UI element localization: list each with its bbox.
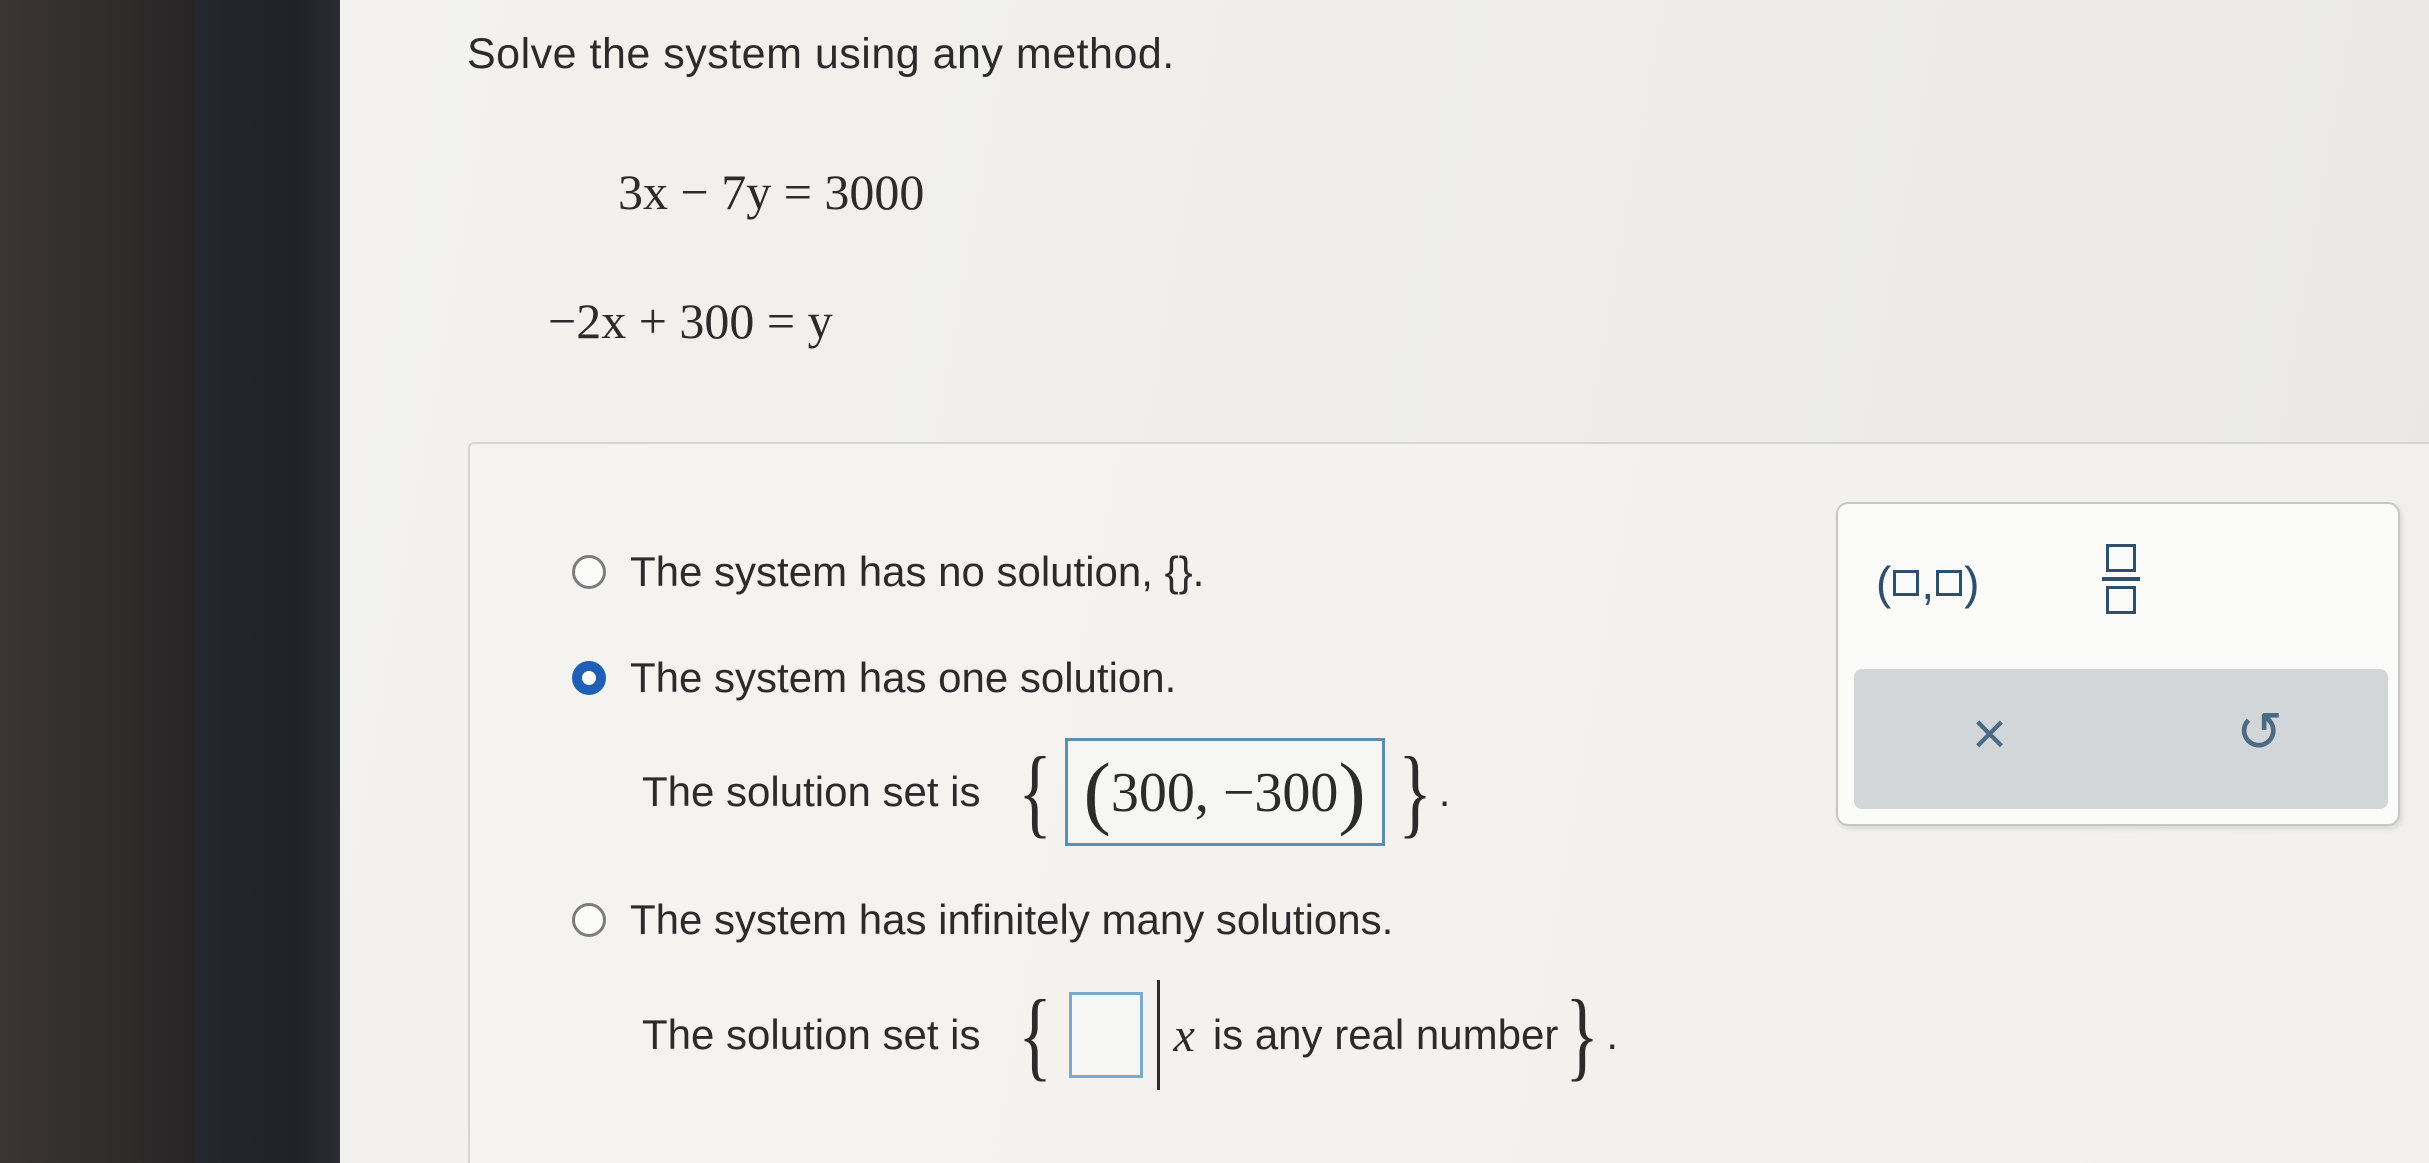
answer-input-box[interactable] <box>1068 992 1143 1078</box>
question-prompt: Solve the system using any method. <box>467 30 1175 78</box>
such-that-bar <box>1156 980 1160 1090</box>
left-brace: { <box>1017 979 1052 1090</box>
device-bezel-edge <box>195 0 340 1163</box>
infinite-solution-set: The solution set is { x is any real numb… <box>642 980 1618 1090</box>
undo-icon[interactable]: ↺ <box>2236 699 2283 765</box>
variable-x: x <box>1173 1008 1195 1062</box>
option-no-solution[interactable]: The system has no solution, {}. <box>572 548 1204 596</box>
solution-set-label: The solution set is <box>642 1011 981 1058</box>
period: . <box>1606 1011 1618 1058</box>
option-label: The system has infinitely many solutions… <box>630 896 1394 943</box>
condition-text: is any real number <box>1212 1011 1559 1058</box>
solution-set-label: The solution set is <box>642 768 981 815</box>
math-toolbox: (,) × ↺ <box>1836 502 2400 826</box>
toolbox-actions: × ↺ <box>1854 669 2388 809</box>
solution-answer-box[interactable]: (300, −300) <box>1064 738 1385 846</box>
option-one-solution[interactable]: The system has one solution. <box>572 654 1176 702</box>
screen: Solve the system using any method. 3x − … <box>340 0 2429 1163</box>
period: . <box>1438 768 1451 815</box>
device-bezel <box>0 0 195 1163</box>
close-icon[interactable]: × <box>1972 699 2007 768</box>
option-label: The system has no solution, {}. <box>630 548 1205 595</box>
equation-1: 3x − 7y = 3000 <box>618 164 925 220</box>
equation-2: −2x + 300 = y <box>548 293 833 349</box>
ordered-pair-icon[interactable]: (,) <box>1876 556 1979 610</box>
radio-button[interactable] <box>572 555 606 589</box>
left-brace: { <box>1017 736 1052 847</box>
fraction-icon[interactable] <box>2102 544 2140 614</box>
radio-button[interactable] <box>572 903 606 937</box>
one-solution-set: The solution set is { (300, −300) } . <box>642 738 1450 846</box>
radio-button-selected[interactable] <box>572 661 606 695</box>
solution-value: 300, −300 <box>1110 762 1339 824</box>
option-infinite-solutions[interactable]: The system has infinitely many solutions… <box>572 896 1393 944</box>
right-brace: } <box>1397 736 1432 847</box>
option-label: The system has one solution. <box>630 654 1177 701</box>
right-brace: } <box>1565 979 1600 1090</box>
